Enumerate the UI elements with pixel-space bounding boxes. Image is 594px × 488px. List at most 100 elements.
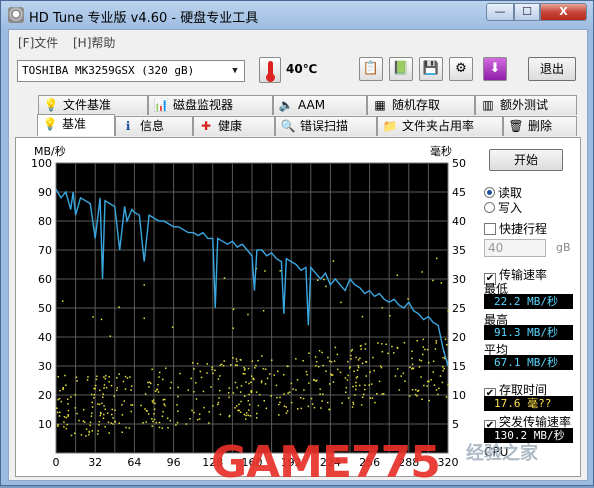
access-time-point bbox=[376, 392, 378, 395]
exit-button[interactable]: 退出 bbox=[528, 57, 576, 81]
maximize-button[interactable]: ☐ bbox=[514, 3, 540, 21]
menu-file[interactable]: [F]文件 bbox=[18, 34, 58, 51]
access-time-point bbox=[234, 364, 237, 366]
access-time-point bbox=[260, 380, 263, 382]
side-controls: 开始 读取 写入 快捷行程 40 gB ✔ 传输速率 最低 22.2 MB/秒 最… bbox=[484, 138, 580, 476]
chevron-down-icon[interactable]: ▼ bbox=[228, 63, 242, 79]
access-time-point bbox=[106, 412, 109, 414]
write-radio[interactable]: 写入 bbox=[484, 199, 522, 216]
access-time-point bbox=[118, 306, 120, 308]
access-time-point bbox=[100, 318, 103, 321]
access-time-point bbox=[286, 365, 289, 367]
copy-screenshot-icon[interactable]: 📗 bbox=[389, 57, 413, 81]
access-time-point bbox=[111, 408, 113, 411]
tab-health[interactable]: ✚ 健康 bbox=[193, 116, 275, 136]
x-tick-label: 0 bbox=[53, 456, 60, 469]
access-time-point bbox=[153, 399, 155, 401]
tab-extra-tests[interactable]: ▥ 额外测试 bbox=[475, 95, 577, 115]
title-bar[interactable]: HD Tune 专业版 v4.60 - 硬盘专业工具 — ☐ X bbox=[1, 1, 593, 29]
tab-folder-usage[interactable]: 📁 文件夹占用率 bbox=[377, 116, 503, 136]
quick-stroke-checkbox[interactable]: 快捷行程 bbox=[484, 220, 547, 237]
access-time-point bbox=[353, 370, 355, 373]
access-time-value: 17.6 毫?? bbox=[484, 396, 573, 411]
access-time-point bbox=[91, 412, 93, 414]
start-button[interactable]: 开始 bbox=[489, 149, 563, 171]
access-time-point bbox=[238, 409, 240, 412]
access-time-point bbox=[130, 404, 132, 406]
access-time-point bbox=[145, 421, 147, 423]
access-time-point bbox=[326, 401, 329, 404]
access-time-point bbox=[319, 393, 321, 395]
tab-random-access[interactable]: ▦ 随机存取 bbox=[367, 95, 475, 115]
access-time-point bbox=[358, 384, 361, 387]
access-time-point bbox=[243, 369, 246, 371]
save-icon[interactable]: 💾 bbox=[419, 57, 443, 81]
access-time-point bbox=[245, 412, 248, 414]
access-time-point bbox=[198, 413, 201, 415]
quick-stroke-size-input[interactable]: 40 bbox=[484, 239, 546, 257]
access-time-point bbox=[263, 400, 265, 402]
access-time-point bbox=[441, 381, 444, 384]
access-time-point bbox=[299, 396, 302, 399]
access-time-point bbox=[104, 408, 107, 411]
access-time-point bbox=[389, 315, 391, 317]
tab-info[interactable]: ℹ 信息 bbox=[115, 116, 193, 136]
access-time-point bbox=[57, 423, 59, 426]
minimize-button[interactable]: — bbox=[486, 3, 514, 21]
access-time-point bbox=[352, 403, 355, 406]
access-time-point bbox=[443, 367, 446, 370]
access-time-point bbox=[445, 396, 448, 398]
access-time-point bbox=[278, 414, 280, 416]
access-time-point bbox=[364, 343, 367, 345]
access-time-point bbox=[311, 403, 314, 405]
access-time-point bbox=[82, 408, 85, 411]
access-time-point bbox=[316, 279, 319, 282]
access-time-point bbox=[250, 391, 253, 394]
x-tick-label: 32 bbox=[88, 456, 102, 469]
access-time-point bbox=[361, 362, 364, 365]
tab-disk-monitor[interactable]: 📊 磁盘监视器 bbox=[148, 95, 273, 115]
access-time-point bbox=[385, 343, 387, 346]
tab-error-scan[interactable]: 🔍 错误扫描 bbox=[275, 116, 377, 136]
y-right-tick-label: 30 bbox=[452, 273, 466, 286]
access-time-point bbox=[218, 389, 221, 392]
info-icon: ℹ bbox=[125, 119, 131, 133]
access-time-point bbox=[264, 368, 267, 371]
copy-info-icon[interactable]: 📋 bbox=[359, 57, 383, 81]
access-time-point bbox=[76, 412, 78, 415]
tab-row-bottom: 💡 基准 ℹ 信息 ✚ 健康 🔍 错误扫描 📁 文件夹占用率 🗑 删除 bbox=[15, 114, 581, 136]
access-time-point bbox=[56, 411, 59, 414]
access-time-point bbox=[276, 370, 279, 373]
extra-tests-icon: ▥ bbox=[482, 98, 494, 112]
access-time-point bbox=[238, 403, 240, 406]
access-time-point bbox=[327, 356, 329, 359]
options-wrench-icon[interactable]: ⚙ bbox=[449, 57, 473, 81]
access-time-point bbox=[422, 346, 425, 348]
tab-benchmark[interactable]: 💡 基准 bbox=[37, 114, 115, 136]
access-time-point bbox=[130, 389, 132, 391]
access-time-point bbox=[371, 397, 374, 399]
y-left-tick-label: 70 bbox=[38, 244, 52, 257]
access-time-point bbox=[269, 373, 271, 375]
access-time-point bbox=[442, 370, 444, 372]
access-time-point bbox=[325, 285, 327, 288]
access-time-point bbox=[275, 384, 278, 387]
access-time-point bbox=[157, 391, 160, 393]
download-arrow-icon[interactable]: ⬇ bbox=[483, 57, 507, 81]
tab-aam[interactable]: 🔈 AAM bbox=[273, 95, 367, 115]
access-time-point bbox=[203, 406, 205, 409]
access-time-point bbox=[150, 382, 152, 385]
close-button[interactable]: X bbox=[540, 3, 587, 21]
access-time-point bbox=[131, 404, 134, 406]
access-time-point bbox=[365, 375, 367, 377]
y-right-tick-label: 20 bbox=[452, 331, 466, 344]
access-time-point bbox=[105, 374, 107, 377]
access-time-point bbox=[411, 357, 413, 360]
tab-file-benchmark[interactable]: 💡 文件基准 bbox=[38, 95, 148, 115]
access-time-point bbox=[114, 409, 116, 411]
menu-help[interactable]: [H]帮助 bbox=[73, 34, 115, 51]
tab-erase[interactable]: 🗑 删除 bbox=[503, 116, 577, 136]
access-time-point bbox=[337, 368, 339, 371]
drive-select[interactable]: TOSHIBA MK3259GSX (320 gB) ▼ bbox=[17, 60, 245, 82]
access-time-point bbox=[228, 387, 231, 389]
